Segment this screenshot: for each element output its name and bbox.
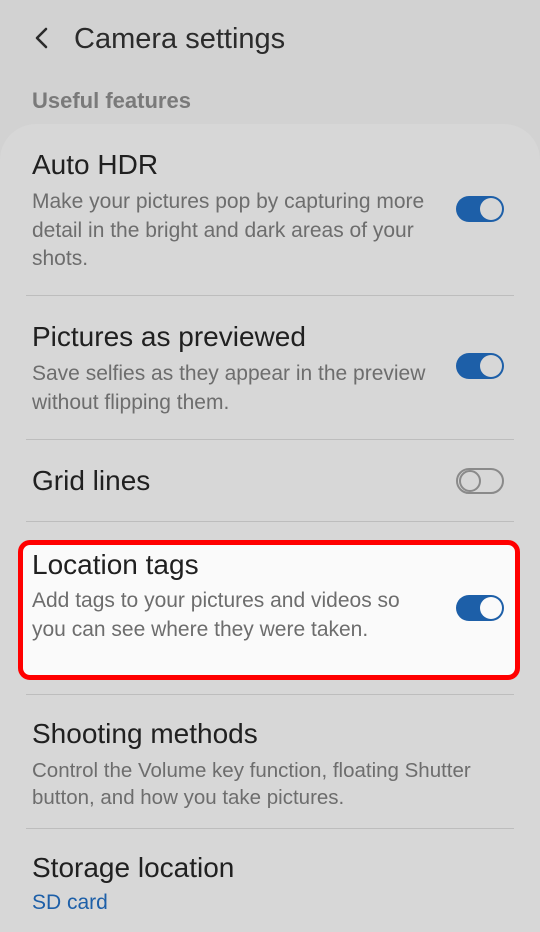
toggle-knob	[480, 355, 502, 377]
setting-title: Grid lines	[32, 465, 151, 496]
setting-title: Storage location	[32, 852, 235, 883]
setting-description: Save selfies as they appear in the previ…	[32, 362, 426, 414]
setting-storage-location[interactable]: Storage location SD card	[0, 829, 540, 932]
setting-title: Location tags	[32, 549, 199, 580]
setting-title: Pictures as previewed	[32, 321, 306, 352]
toggle-knob	[480, 597, 502, 619]
grid-lines-toggle[interactable]	[456, 468, 504, 494]
setting-shooting-methods[interactable]: Shooting methods Control the Volume key …	[0, 695, 540, 829]
location-tags-toggle[interactable]	[456, 595, 504, 621]
setting-pictures-as-previewed[interactable]: Pictures as previewed Save selfies as th…	[0, 296, 540, 440]
toggle-knob	[480, 198, 502, 220]
divider	[26, 521, 514, 522]
toggle-knob	[459, 470, 481, 492]
setting-description: Control the Volume key function, floatin…	[32, 759, 471, 809]
setting-title: Auto HDR	[32, 149, 159, 180]
setting-auto-hdr[interactable]: Auto HDR Make your pictures pop by captu…	[0, 124, 540, 296]
chevron-left-icon	[35, 27, 48, 49]
section-label-useful-features: Useful features	[32, 88, 191, 113]
setting-description: Add tags to your pictures and videos so …	[32, 589, 400, 641]
page-title: Camera settings	[74, 23, 286, 55]
setting-grid-lines[interactable]: Grid lines	[0, 440, 540, 522]
setting-description: Make your pictures pop by capturing more…	[32, 190, 425, 270]
pictures-as-previewed-toggle[interactable]	[456, 353, 504, 379]
setting-location-tags[interactable]: Location tags Add tags to your pictures …	[18, 540, 520, 680]
auto-hdr-toggle[interactable]	[456, 196, 504, 222]
setting-title: Shooting methods	[32, 718, 258, 749]
back-button[interactable]	[22, 18, 62, 58]
storage-location-value: SD card	[32, 891, 108, 914]
top-bar: Camera settings	[0, 0, 540, 80]
